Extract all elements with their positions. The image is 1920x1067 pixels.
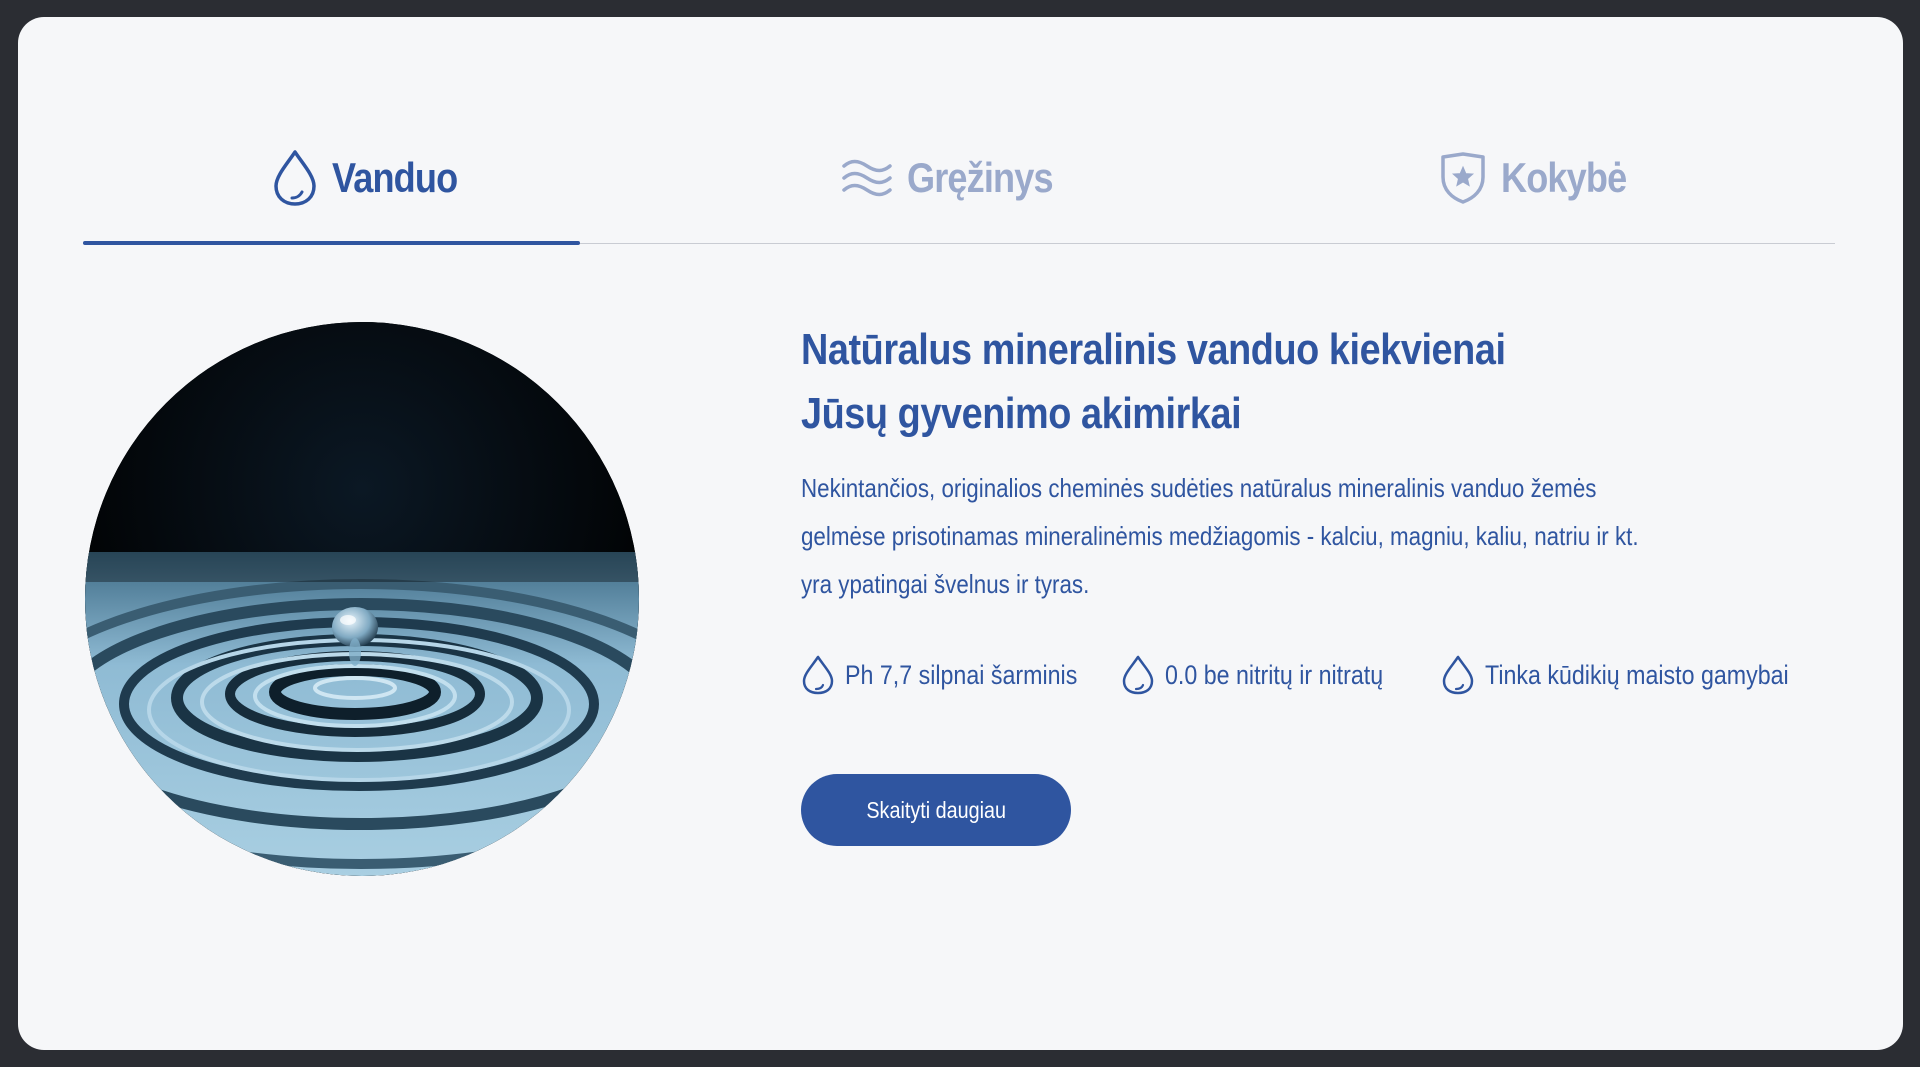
tab-kokybe[interactable]: Kokybė xyxy=(1251,112,1835,243)
water-drop-icon xyxy=(801,653,845,697)
description-text: Nekintančios, originalios cheminės sudėt… xyxy=(801,473,1639,599)
tab-bar: Vanduo Gręžinys Kokybė xyxy=(83,112,1835,245)
tab-grezinys[interactable]: Gręžinys xyxy=(667,112,1251,243)
read-more-button[interactable]: Skaityti daugiau xyxy=(801,774,1071,846)
feature-item: 0.0 be nitritų ir nitratų xyxy=(1121,653,1435,697)
feature-label: 0.0 be nitritų ir nitratų xyxy=(1165,659,1384,690)
tab-label: Vanduo xyxy=(332,153,458,201)
page-title: Natūralus mineralinis vanduo kiekvienai … xyxy=(801,325,1506,438)
water-drop-ripple-photo xyxy=(85,322,639,876)
tab-label: Kokybė xyxy=(1501,153,1627,201)
shield-star-icon xyxy=(1439,151,1487,205)
read-more-label: Skaityti daugiau xyxy=(866,796,1006,823)
tab-label: Gręžinys xyxy=(907,153,1054,201)
tab-vanduo[interactable]: Vanduo xyxy=(83,112,667,245)
water-drop-icon xyxy=(272,149,318,207)
water-drop-icon xyxy=(1121,653,1165,697)
feature-label: Tinka kūdikių maisto gamybai xyxy=(1485,659,1789,690)
water-drop-icon xyxy=(1441,653,1485,697)
feature-item: Ph 7,7 silpnai šarminis xyxy=(801,653,1115,697)
feature-list: Ph 7,7 silpnai šarminis 0.0 be nitritų i… xyxy=(801,653,1841,697)
feature-label: Ph 7,7 silpnai šarminis xyxy=(845,659,1078,690)
waves-icon xyxy=(841,156,893,200)
main-content: Natūralus mineralinis vanduo kiekvienai … xyxy=(801,318,1821,608)
feature-item: Tinka kūdikių maisto gamybai xyxy=(1441,653,1815,697)
